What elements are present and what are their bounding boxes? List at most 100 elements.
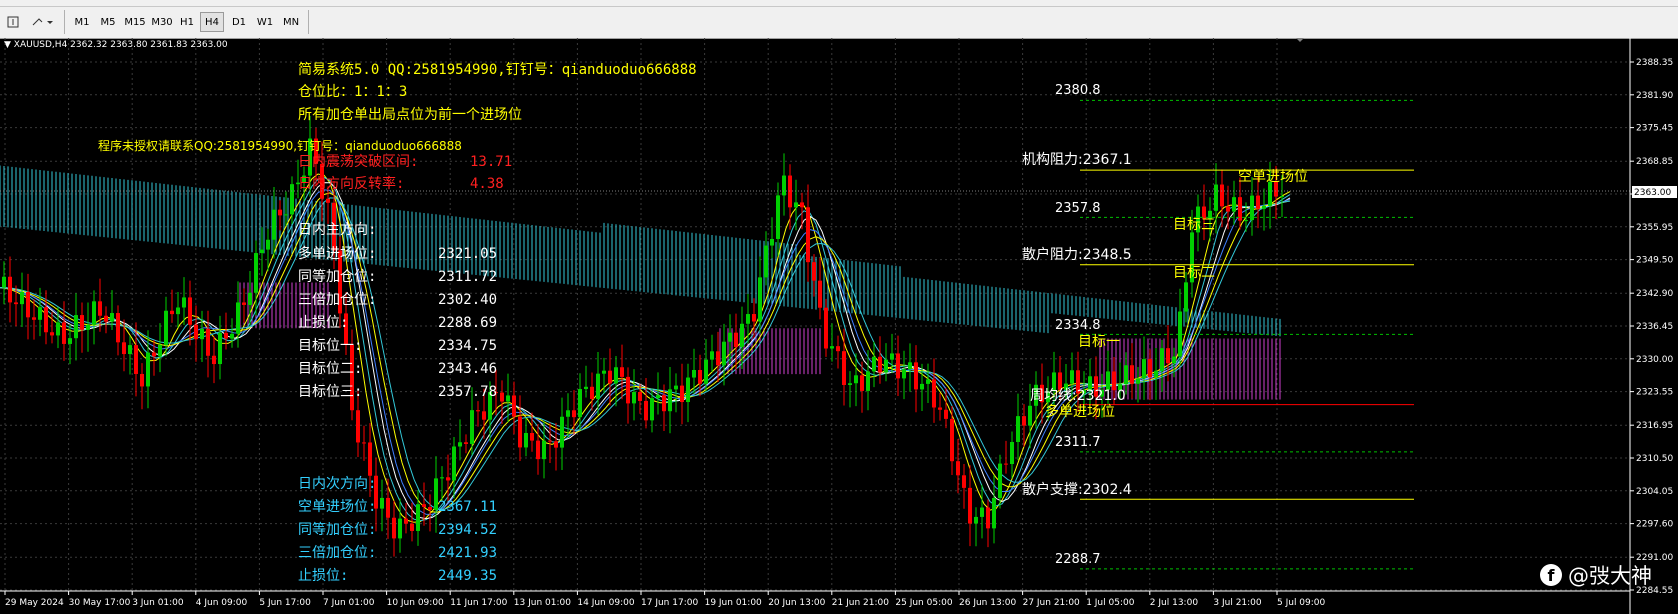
candle-body [236,302,240,334]
candle-body [1130,365,1134,384]
candle-body [116,313,120,343]
candle-body [764,245,768,278]
ma-line [0,189,1291,515]
candle-body [134,345,138,374]
candle-body [674,385,678,390]
candle-body [608,370,612,384]
plan-row-value: 2449.35 [438,568,497,584]
tools-dropdown-icon[interactable] [30,12,56,32]
date-tick-label: 2 Jul 13:00 [1150,598,1199,608]
candle-body [1244,220,1248,222]
candle-body [986,507,990,529]
candle-body [710,351,714,360]
candle-body [218,332,222,365]
candle-body [1004,463,1008,465]
system-title: 简易系统5.0 QQ:2581954990,钉钉号：qianduoduo6668… [298,61,697,78]
candle-body [536,440,540,460]
candle-body [1022,416,1026,426]
candle-body [1262,205,1266,209]
plan-row-label: 空单进场位: [298,499,376,515]
crosshair-tool-icon[interactable] [6,12,20,32]
candle-body [1010,441,1014,465]
timeframe-w1[interactable]: W1 [254,12,276,32]
level-label: 散户支撑:2302.4 [1022,481,1132,498]
candle-body [260,249,264,254]
candle-body [806,207,810,263]
timeframe-d1[interactable]: D1 [228,12,250,32]
candle-body [44,307,48,333]
candle-body [158,344,162,357]
plan-row-value: 2311.72 [438,269,497,285]
candle-body [8,276,12,303]
candle-body [350,344,354,411]
timeframe-m5[interactable]: M5 [97,12,119,32]
plan-row-label: 同等加仓位: [298,521,376,538]
timeframe-m15[interactable]: M15 [122,12,148,32]
candle-body [1268,181,1272,206]
price-tick-label: 2388.35 [1636,58,1673,68]
price-tick-label: 2330.00 [1636,355,1673,365]
candle-body [920,383,924,390]
candle-body [1148,359,1152,378]
date-tick-label: 4 Jun 09:00 [196,598,248,608]
candle-body [428,507,432,510]
candle-body [440,477,444,479]
candle-body [800,202,804,208]
toolbar: M1 M5 M15 M30 H1 H4 D1 W1 MN [0,0,1678,39]
position-ratio: 仓位比：1：1：3 [298,84,407,100]
timeframe-m1[interactable]: M1 [71,12,93,32]
price-tick-label: 2342.90 [1636,289,1673,299]
candle-body [644,400,648,421]
plan-row-label: 多单进场位: [298,245,376,262]
candle-body [1016,416,1020,442]
candle-body [638,392,642,401]
primary-direction-title: 日内主方向: [298,222,376,238]
candle-body [728,332,732,342]
price-tick-label: 2368.85 [1636,157,1673,167]
date-tick-label: 27 Jun 21:00 [1023,598,1080,608]
date-tick-label: 11 Jun 17:00 [450,598,507,608]
timeframe-h4[interactable]: H4 [200,12,224,32]
candle-body [902,369,906,379]
candle-body [164,310,168,345]
price-axis: 2388.352381.902375.452368.852362.402355.… [1630,58,1673,596]
candle-body [362,442,366,444]
price-chart[interactable]: 2388.352381.902375.452368.852362.402355.… [0,38,1678,614]
candle-body [572,410,576,418]
candle-body [50,332,54,336]
candle-body [974,516,978,524]
candle-body [908,362,912,370]
plan-row-value: 2394.52 [438,522,497,538]
candle-body [188,297,192,325]
candle-body [1280,196,1284,198]
price-tick-label: 2297.60 [1636,520,1673,530]
timeframe-m30[interactable]: M30 [149,12,175,32]
candle-body [1172,356,1176,364]
date-tick-label: 19 Jun 01:00 [705,598,762,608]
candle-body [32,317,36,320]
candle-body [698,369,702,384]
candle-body [758,277,762,322]
ma-line [0,192,1291,513]
candle-body [272,209,276,240]
reversal-value: 4.38 [470,176,504,192]
timeframe-h1[interactable]: H1 [176,12,198,32]
license-notice: 程序未授权请联系QQ:2581954990,钉钉号：qianduoduo6668… [98,138,462,153]
candle-body [416,504,420,531]
candle-body [926,379,930,384]
shift-marker-icon[interactable] [1296,38,1304,42]
candle-body [662,395,666,412]
candle-body [62,322,66,344]
candle-body [386,497,390,518]
candle-body [836,346,840,352]
candle-body [596,373,600,400]
candle-body [530,433,534,441]
candle-body [830,346,834,349]
candle-body [968,487,972,524]
level-label: 散户阻力:2348.5 [1022,246,1132,263]
timeframe-mn[interactable]: MN [279,12,303,32]
ma-line [0,182,1291,520]
candle-body [992,498,996,529]
candle-body [878,356,882,373]
date-tick-label: 3 Jun 01:00 [132,598,184,608]
